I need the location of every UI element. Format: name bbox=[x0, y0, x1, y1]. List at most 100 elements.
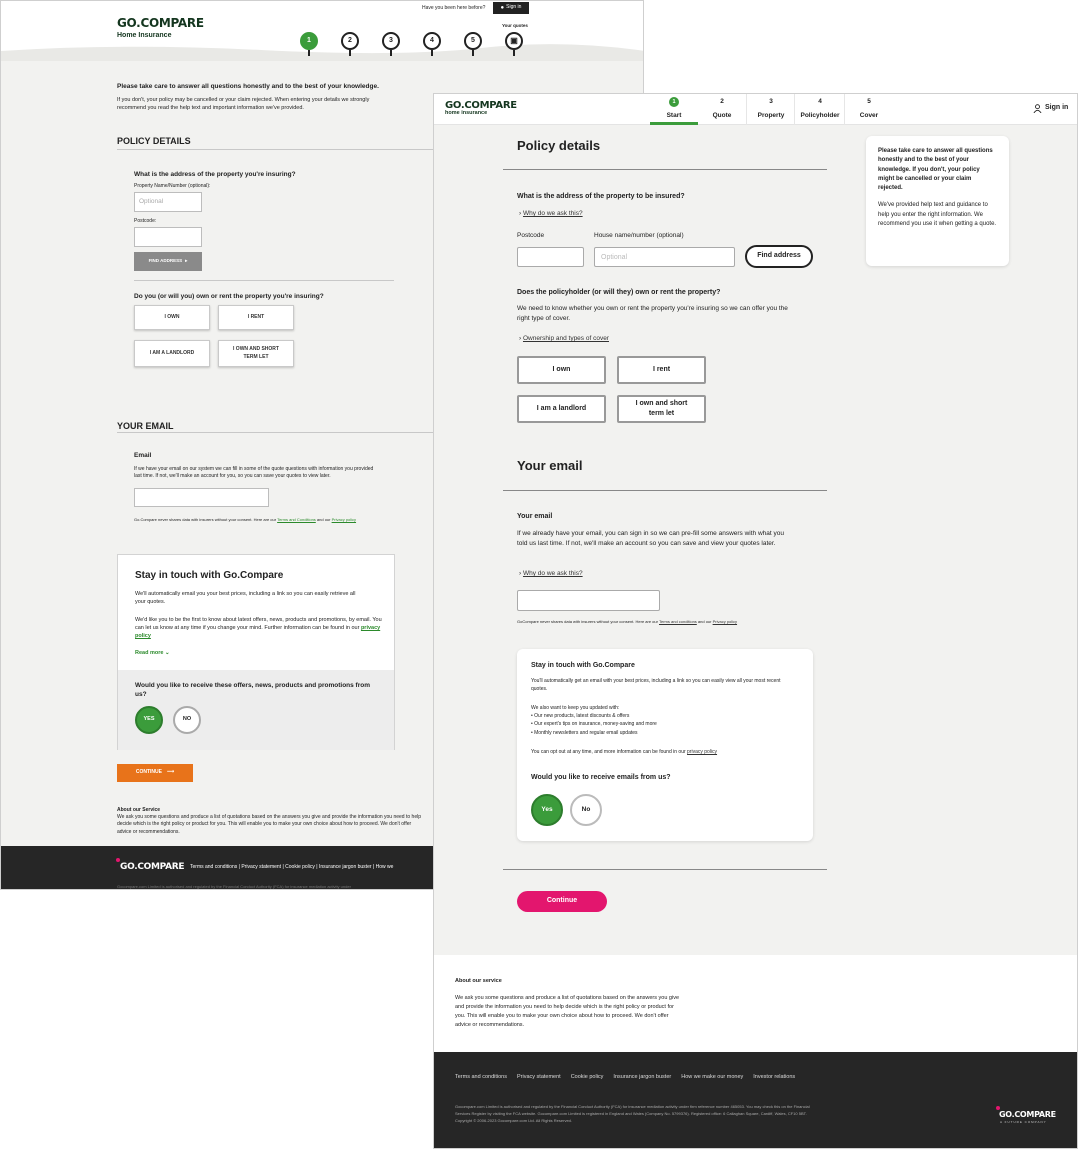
bullet-text: Our expert's tips on insurance, money-sa… bbox=[534, 721, 657, 728]
read-more-label: Read more bbox=[135, 650, 164, 656]
rent-option[interactable]: I RENT bbox=[218, 305, 294, 330]
divider bbox=[503, 490, 827, 491]
own-option[interactable]: I OWN bbox=[134, 305, 210, 330]
policy-details-heading: Policy details bbox=[517, 138, 601, 153]
why-ask-label: Why do we ask this? bbox=[522, 570, 583, 577]
tab-start[interactable]: 1 Start bbox=[650, 94, 698, 125]
tab-label: Policyholder bbox=[800, 112, 840, 119]
sign-in-label: Sign in bbox=[506, 4, 522, 11]
footer-link[interactable]: Terms and conditions bbox=[190, 864, 237, 870]
footer-links: Terms and conditions Privacy statement Coo… bbox=[455, 1073, 805, 1081]
ownership-link[interactable]: › Ownership and types of cover bbox=[519, 334, 609, 344]
yes-button[interactable]: YES bbox=[135, 706, 163, 734]
stay-bullets: • Our new products, latest discounts & o… bbox=[531, 712, 657, 737]
email-input[interactable] bbox=[134, 488, 269, 507]
yes-button[interactable]: Yes bbox=[531, 794, 563, 826]
tab-number: 5 bbox=[867, 98, 871, 105]
footer-link[interactable]: Privacy statement bbox=[241, 864, 281, 870]
find-address-button[interactable]: FIND ADDRESS ▸ bbox=[134, 252, 202, 271]
terms-link[interactable]: Terms and conditions bbox=[659, 619, 697, 624]
new-header: GO.COMPARE home insurance 1 Start 2 Quot… bbox=[434, 94, 1077, 125]
footer-link[interactable]: Investor relations bbox=[753, 1074, 795, 1080]
stay-in-touch-card: Stay in touch with Go.Compare We'll auto… bbox=[117, 554, 395, 750]
quotes-icon: ▣ bbox=[505, 32, 523, 50]
email-input[interactable] bbox=[517, 590, 660, 611]
find-address-button[interactable]: Find address bbox=[745, 245, 813, 268]
sign-in-button[interactable]: ● Sign in bbox=[493, 2, 529, 14]
your-quotes-label: Your quotes bbox=[502, 23, 528, 28]
step-indicator: 1 2 3 4 5 ▣ bbox=[300, 32, 523, 56]
no-button[interactable]: No bbox=[570, 794, 602, 826]
privacy-link[interactable]: Privacy policy bbox=[713, 619, 737, 624]
footer-link[interactable]: Terms and conditions bbox=[455, 1074, 507, 1080]
step-1[interactable]: 1 bbox=[300, 32, 318, 56]
logo-dot-icon bbox=[116, 858, 120, 862]
landlord-option[interactable]: I AM A LANDLORD bbox=[134, 340, 210, 367]
about-text: We ask you some questions and produce a … bbox=[455, 995, 680, 1029]
tab-policyholder[interactable]: 4 Policyholder bbox=[794, 94, 844, 125]
read-more-link[interactable]: Read more ⌄ bbox=[135, 650, 170, 658]
no-button[interactable]: NO bbox=[173, 706, 201, 734]
privacy-policy-link[interactable]: privacy policy bbox=[687, 749, 717, 755]
privacy-text: GoCompare never shares data with insurer… bbox=[517, 619, 659, 624]
terms-link[interactable]: Terms and Conditions bbox=[277, 517, 316, 522]
user-icon: ● bbox=[500, 4, 505, 11]
stay-text-1: We'll automatically email you your best … bbox=[135, 591, 356, 605]
arrow-right-icon: ⟶ bbox=[166, 769, 175, 776]
house-input[interactable]: Optional bbox=[594, 247, 735, 267]
stay-text-3: You can opt out at any time, and more in… bbox=[531, 748, 801, 756]
product-name: Home Insurance bbox=[117, 32, 172, 39]
continue-button[interactable]: Continue bbox=[517, 891, 607, 912]
address-question: What is the address of the property to b… bbox=[517, 193, 685, 200]
postcode-input[interactable] bbox=[134, 227, 202, 247]
step-4[interactable]: 4 bbox=[423, 32, 441, 56]
continue-button[interactable]: CONTINUE ⟶ bbox=[117, 764, 193, 782]
tab-number: 1 bbox=[669, 97, 679, 107]
rent-option[interactable]: I rent bbox=[617, 356, 706, 384]
email-label: Email bbox=[134, 452, 152, 459]
step-number: 1 bbox=[300, 32, 318, 50]
footer-link[interactable]: Cookie policy bbox=[571, 1074, 604, 1080]
tab-label: Property bbox=[757, 112, 785, 119]
postcode-input[interactable] bbox=[517, 247, 584, 267]
footer-link[interactable]: How we make our money bbox=[681, 1074, 743, 1080]
step-2[interactable]: 2 bbox=[341, 32, 359, 56]
landlord-option[interactable]: I am a landlord bbox=[517, 395, 606, 423]
postcode-label: Postcode: bbox=[134, 218, 157, 224]
chevron-down-icon: ⌄ bbox=[164, 650, 170, 656]
short-let-option[interactable]: I own and short term let bbox=[617, 395, 706, 423]
tab-number: 4 bbox=[818, 98, 822, 105]
property-name-input[interactable]: Optional bbox=[134, 192, 202, 212]
product-name: home insurance bbox=[445, 110, 488, 116]
footer-link[interactable]: How we bbox=[376, 864, 394, 870]
divider bbox=[134, 280, 394, 281]
privacy-text: Go.Compare never shares data with insure… bbox=[134, 517, 278, 522]
logo[interactable]: GO.COMPARE bbox=[117, 15, 204, 32]
email-label: Your email bbox=[517, 513, 553, 520]
footer-legal: Gocompare.com Limited is authorised and … bbox=[455, 1104, 810, 1123]
user-icon bbox=[1033, 104, 1042, 113]
privacy-link[interactable]: Privacy policy bbox=[332, 517, 356, 522]
footer-logo[interactable]: GO.COMPARE bbox=[120, 861, 185, 874]
tab-quote[interactable]: 2 Quote bbox=[698, 94, 746, 125]
footer-link[interactable]: Insurance jargon buster bbox=[319, 864, 372, 870]
footer-link[interactable]: Privacy statement bbox=[517, 1074, 561, 1080]
sign-in-link[interactable]: Sign in bbox=[1033, 103, 1068, 114]
footer-link[interactable]: Cookie policy bbox=[285, 864, 315, 870]
quotes-step[interactable]: ▣ bbox=[505, 32, 523, 56]
tab-property[interactable]: 3 Property bbox=[746, 94, 794, 125]
footer-link[interactable]: Insurance jargon buster bbox=[613, 1074, 671, 1080]
tab-number: 2 bbox=[720, 98, 724, 105]
tab-cover[interactable]: 5 Cover bbox=[844, 94, 892, 125]
why-ask-link[interactable]: › Why do we ask this? bbox=[519, 209, 583, 219]
step-3[interactable]: 3 bbox=[382, 32, 400, 56]
ownership-label: Ownership and types of cover bbox=[522, 335, 609, 342]
footer-legal: Gocompare.com Limited is authorised and … bbox=[117, 884, 351, 889]
stay-text-1: You'll automatically get an email with y… bbox=[531, 678, 781, 693]
short-let-option[interactable]: I OWN AND SHORT TERM LET bbox=[218, 340, 294, 367]
step-number: 4 bbox=[423, 32, 441, 50]
step-5[interactable]: 5 bbox=[464, 32, 482, 56]
why-ask-link-2[interactable]: › Why do we ask this? bbox=[519, 569, 583, 579]
offers-panel: Would you like to receive these offers, … bbox=[118, 670, 394, 750]
own-option[interactable]: I own bbox=[517, 356, 606, 384]
